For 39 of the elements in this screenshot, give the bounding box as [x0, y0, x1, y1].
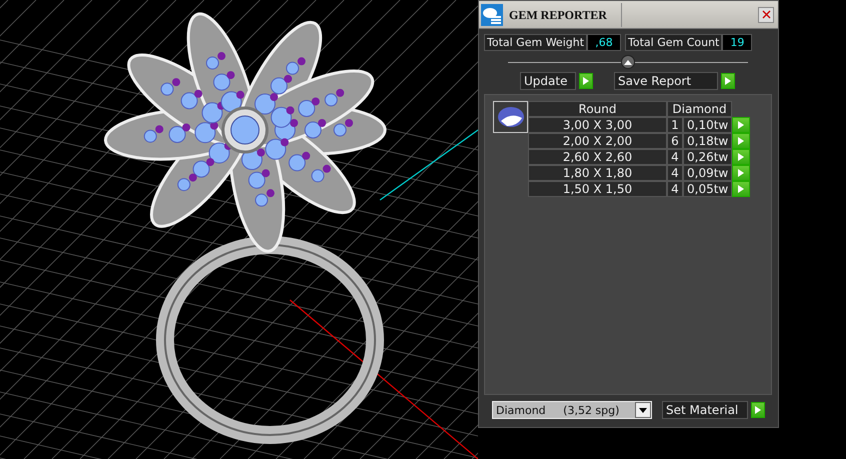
table-cell: 6: [667, 133, 683, 149]
action-button[interactable]: Save Report: [614, 72, 718, 90]
close-icon: [762, 10, 770, 19]
material-dropdown[interactable]: Diamond (3,52 spg): [492, 401, 652, 419]
play-icon[interactable]: [732, 149, 750, 165]
gem-icon: [496, 106, 524, 128]
stat-value: 19: [722, 34, 752, 51]
play-icon[interactable]: [732, 165, 750, 181]
table-cell: 1: [667, 117, 683, 133]
table-cell: 3,00 X 3,00: [528, 117, 667, 133]
play-icon[interactable]: [721, 73, 735, 89]
play-icon[interactable]: [732, 133, 750, 149]
close-button[interactable]: [758, 6, 774, 22]
column-header: Diamond: [667, 101, 732, 117]
table-cell: 2,00 X 2,00: [528, 133, 667, 149]
table-cell: 4: [667, 165, 683, 181]
table-cell: 0,26tw: [683, 149, 732, 165]
window-title: GEM REPORTER: [509, 2, 622, 26]
table-cell: 0,18tw: [683, 133, 732, 149]
table-cell: 4: [667, 149, 683, 165]
action-button[interactable]: Update: [520, 72, 576, 90]
table-cell: 0,10tw: [683, 117, 732, 133]
column-header: Round: [528, 101, 667, 117]
stat-label: Total Gem Count: [625, 34, 722, 51]
stat-label: Total Gem Weight: [484, 34, 588, 51]
table-cell: 4: [667, 181, 683, 197]
table-cell: 1,50 X 1,50: [528, 181, 667, 197]
app-icon: [481, 4, 503, 26]
table-cell: 0,09tw: [683, 165, 732, 181]
table-cell: 1,80 X 1,80: [528, 165, 667, 181]
table-cell: 0,05tw: [683, 181, 732, 197]
table-cell: 2,60 X 2,60: [528, 149, 667, 165]
action-button[interactable]: Set Material: [662, 401, 748, 419]
play-icon[interactable]: [732, 181, 750, 197]
collapse-handle[interactable]: [621, 55, 635, 69]
play-icon[interactable]: [751, 402, 765, 418]
stat-value: ,68: [587, 34, 622, 51]
play-icon[interactable]: [732, 117, 750, 133]
play-icon[interactable]: [579, 73, 593, 89]
